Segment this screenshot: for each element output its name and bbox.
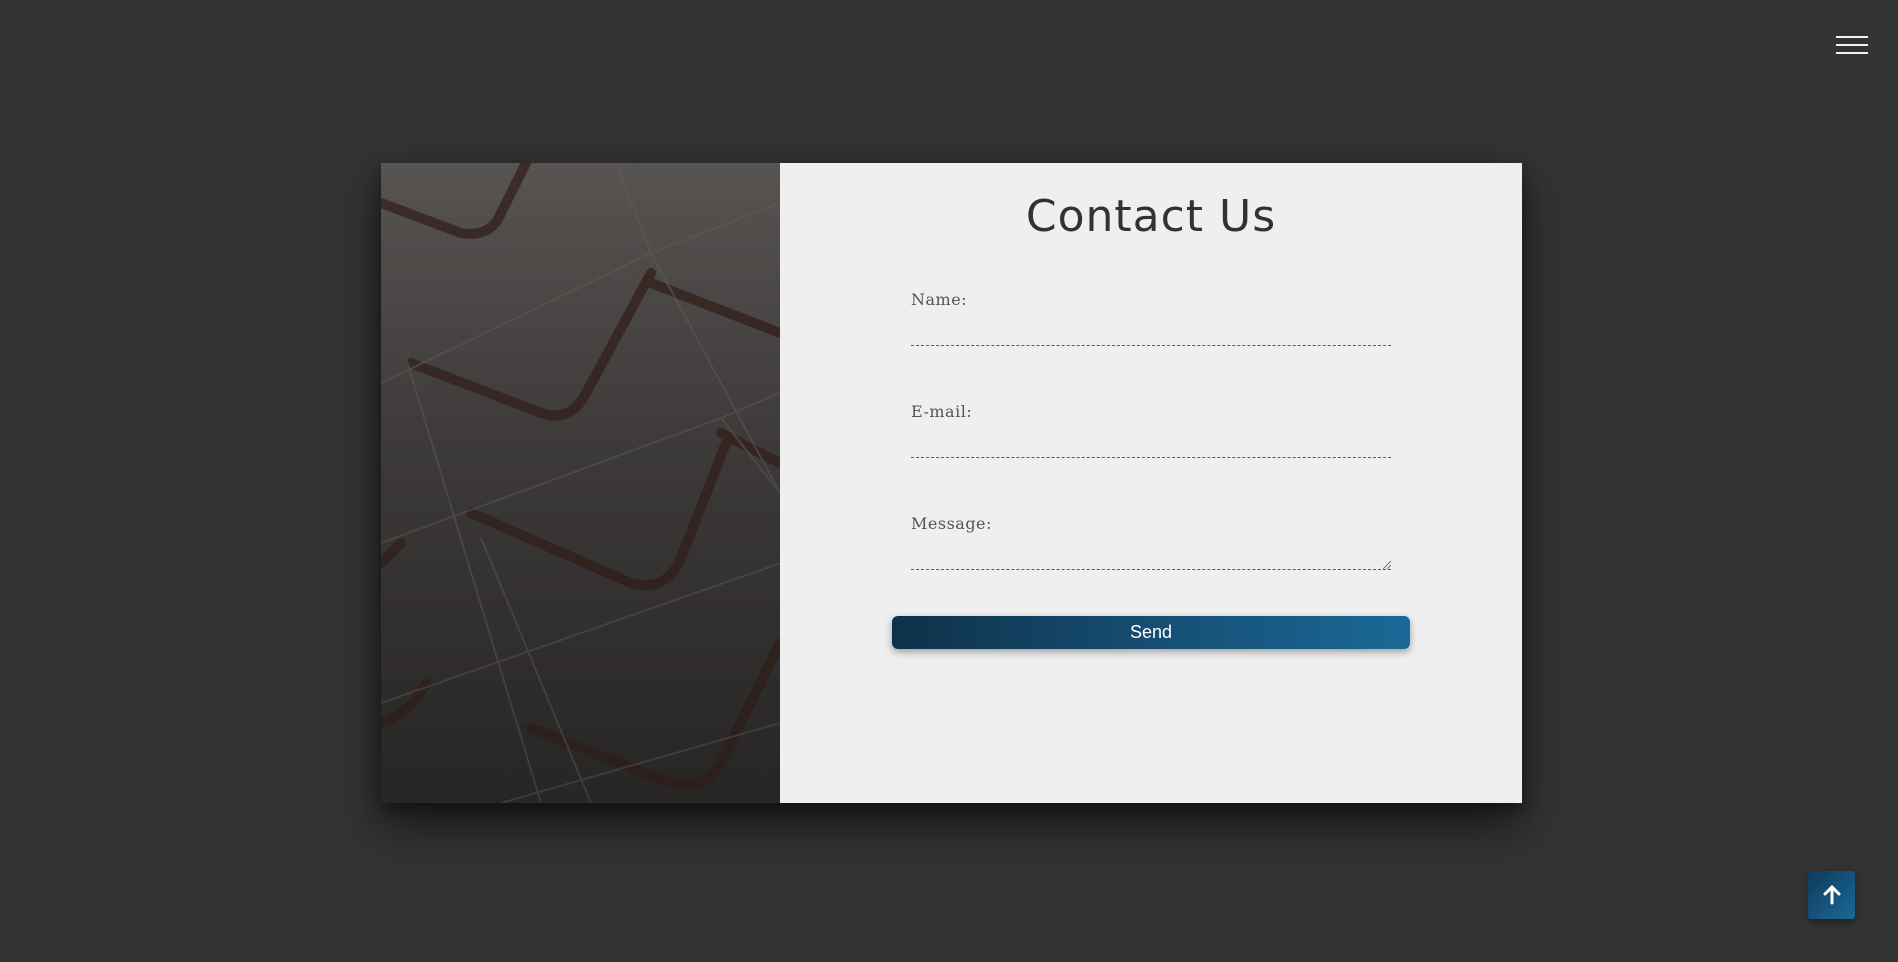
- hamburger-menu-icon[interactable]: [1836, 33, 1870, 57]
- contact-form: Contact Us Name: E-mail: Message: Send: [780, 163, 1522, 803]
- email-field[interactable]: E-mail:: [911, 402, 1391, 462]
- send-button[interactable]: Send: [892, 616, 1410, 649]
- envelopes-pattern: [381, 163, 780, 803]
- arrow-up-icon: [1823, 885, 1840, 905]
- name-field[interactable]: Name:: [911, 290, 1391, 350]
- menu-bar: [1836, 52, 1868, 54]
- contact-card: Contact Us Name: E-mail: Message: Send: [381, 163, 1522, 803]
- scroll-to-top-button[interactable]: [1808, 871, 1855, 919]
- resize-grip-icon[interactable]: [1381, 559, 1391, 569]
- message-label: Message:: [911, 514, 992, 533]
- name-label: Name:: [911, 290, 968, 309]
- name-input[interactable]: [911, 345, 1391, 346]
- email-label: E-mail:: [911, 402, 973, 421]
- message-field[interactable]: Message:: [911, 514, 1391, 574]
- page-title: Contact Us: [1025, 191, 1277, 242]
- message-textarea[interactable]: [911, 569, 1391, 570]
- email-input[interactable]: [911, 457, 1391, 458]
- envelopes-image: [381, 163, 780, 803]
- menu-bar: [1836, 36, 1868, 38]
- menu-bar: [1836, 44, 1868, 46]
